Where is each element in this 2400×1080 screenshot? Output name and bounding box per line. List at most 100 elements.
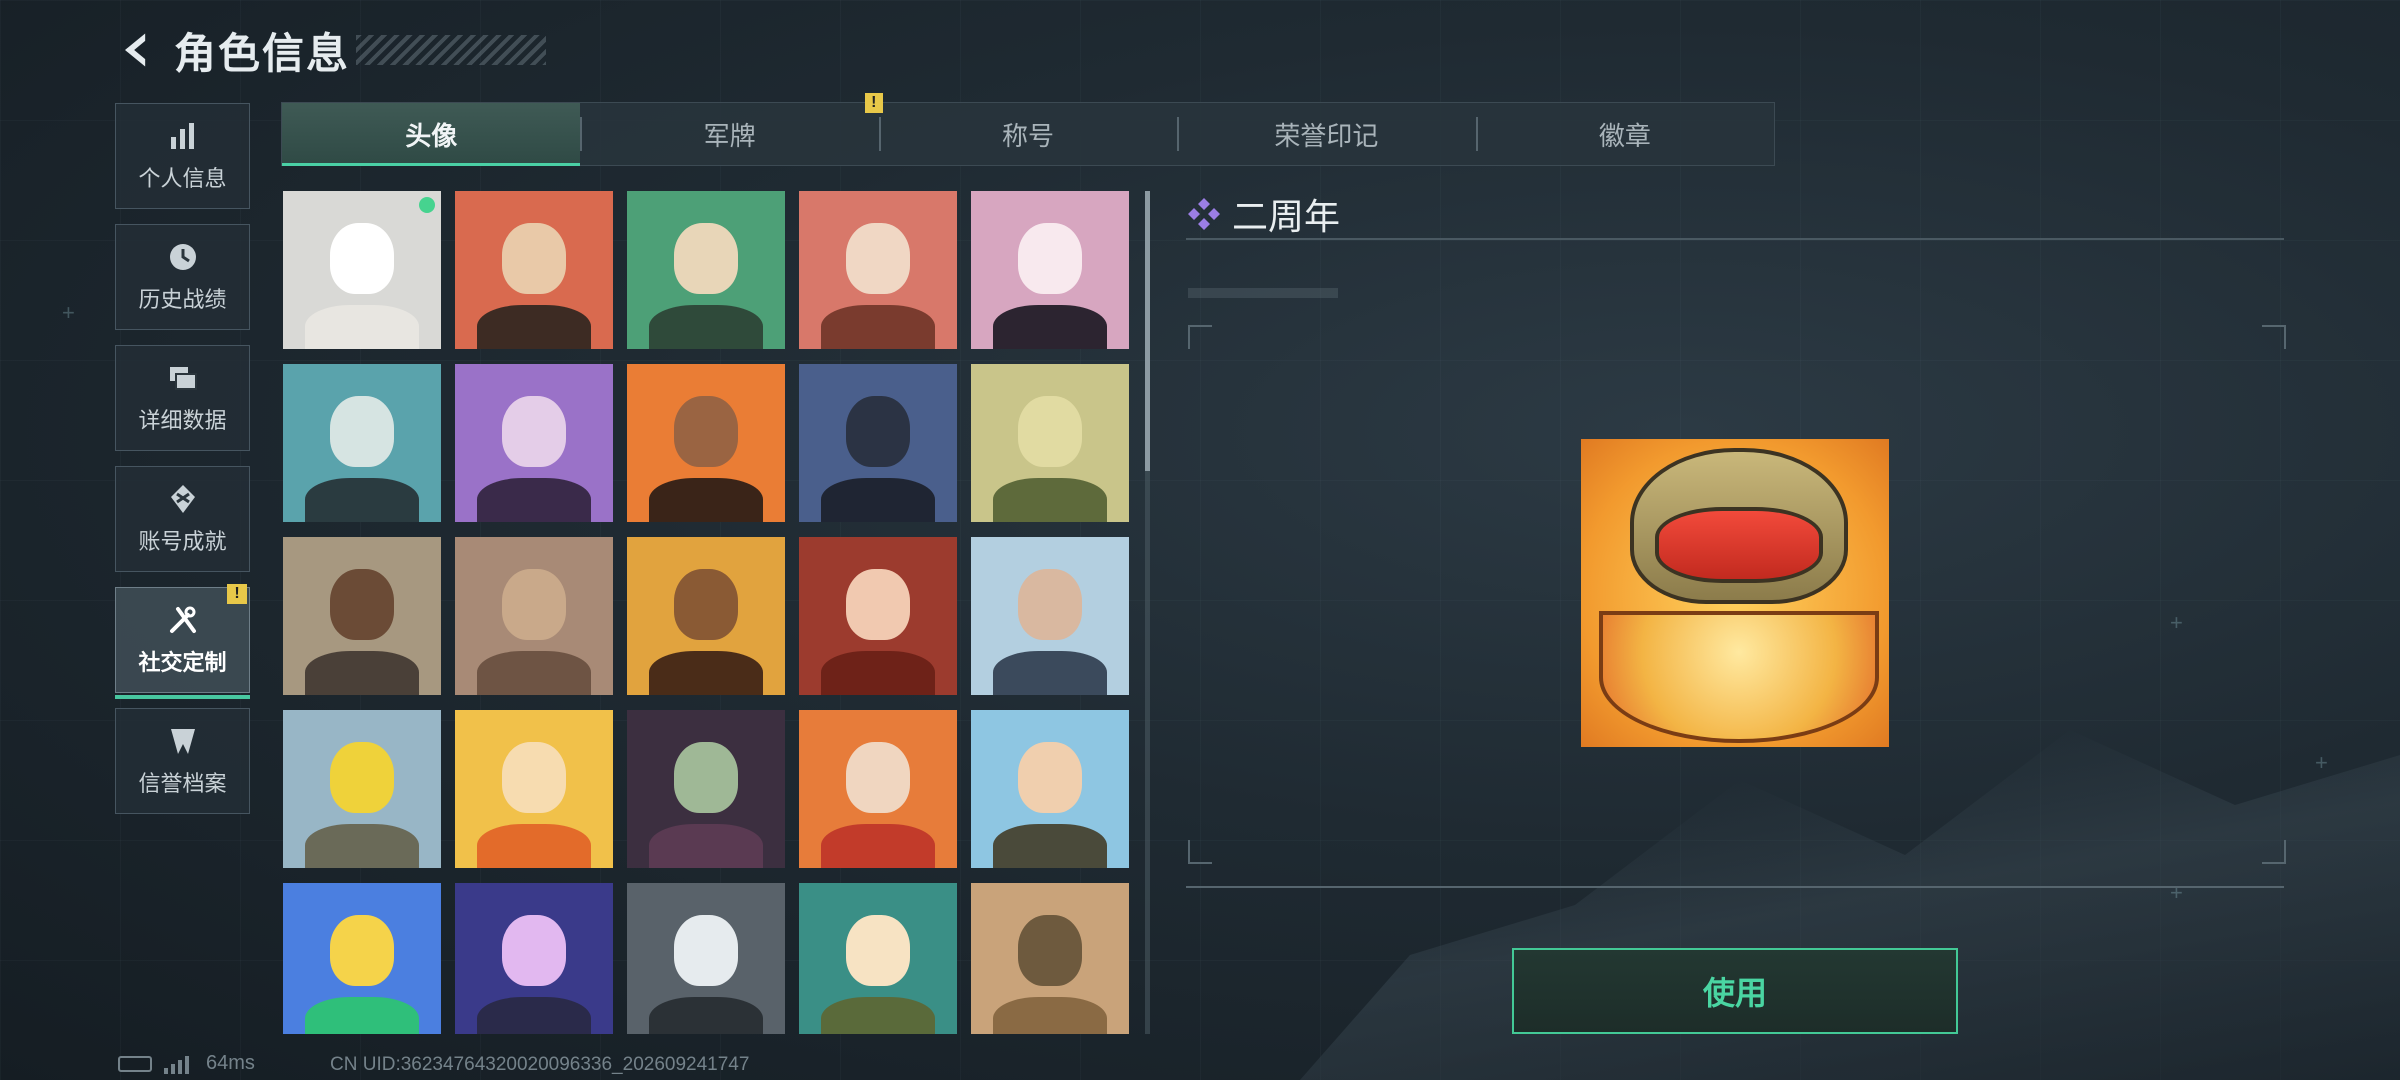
tab-avatar[interactable]: 头像 (282, 103, 581, 166)
pyramid-explorer-avatar[interactable] (971, 710, 1129, 868)
avatar-figure-head (674, 741, 738, 813)
avatar-figure-head (330, 568, 394, 640)
avatar-figure-body (821, 996, 935, 1034)
avatar-figure-body (305, 304, 419, 349)
avatar-figure-head (674, 914, 738, 986)
avatar-figure-body (477, 650, 591, 695)
avatar-figure-body (649, 304, 763, 349)
signal-icon (164, 1054, 192, 1074)
deco-plus: + (62, 300, 75, 325)
tab-title[interactable]: 称号 (878, 103, 1177, 165)
masked-fighter-avatar[interactable] (627, 364, 785, 522)
avatar-figure-head (502, 568, 566, 640)
avatar-figure-head (330, 914, 394, 986)
party-triangle-avatar[interactable] (283, 883, 441, 1034)
avatar-figure-head (846, 222, 910, 294)
avatar-figure-body (305, 996, 419, 1034)
avatar-figure-head (330, 741, 394, 813)
frame-corner (2262, 325, 2286, 349)
tab-dog-tag[interactable]: ! 军牌 (580, 93, 883, 165)
status-bar: 64ms (118, 1052, 255, 1075)
anime-boy-avatar[interactable] (799, 883, 957, 1034)
avatar-figure-head (1018, 568, 1082, 640)
back-arrow-icon (125, 33, 146, 67)
avatar-figure-body (477, 304, 591, 349)
avatar-figure-body (649, 650, 763, 695)
avatar-figure-body (477, 823, 591, 868)
fireworks-2026-avatar[interactable] (455, 883, 613, 1034)
reading-monkey-avatar[interactable] (799, 710, 957, 868)
avatar-scrollbar[interactable] (1145, 191, 1150, 1034)
alligator-sign-avatar[interactable] (283, 710, 441, 868)
deco-plus: + (2170, 610, 2183, 635)
visor (1654, 506, 1824, 583)
avatar-figure-head (674, 568, 738, 640)
sidebar-item-social-customization[interactable]: ! 社交定制 (115, 584, 250, 699)
sidebar-item-personal-info[interactable]: 个人信息 (115, 103, 250, 209)
tools-icon (169, 606, 196, 633)
tab-label: 军牌 (703, 120, 756, 151)
tab-badge[interactable]: 徽章 (1475, 103, 1774, 165)
red-haired-woman-avatar[interactable] (799, 537, 957, 695)
avatar-figure-body (993, 650, 1107, 695)
avatar-figure-body (649, 477, 763, 522)
title-decoration (356, 35, 547, 65)
notification-badge: ! (227, 584, 247, 604)
scales-emblem-avatar[interactable] (455, 537, 613, 695)
achievement-icon (170, 485, 195, 513)
page-header: 角色信息 (112, 22, 547, 78)
avatar-figure-head (846, 914, 910, 986)
bar-chart-icon (170, 123, 194, 149)
helmet-soldier-avatar[interactable] (799, 191, 957, 349)
archer-avatar[interactable] (971, 537, 1129, 695)
category-tabs: 头像 ! 军牌 称号 荣誉印记 徽章 (281, 93, 1775, 166)
avatar-figure-body (649, 823, 763, 868)
avatar-figure-body (993, 477, 1107, 522)
bearded-soldier-avatar[interactable] (455, 191, 613, 349)
avatar-figure-head (846, 741, 910, 813)
page-title: 角色信息 (174, 29, 351, 77)
avatar-figure-head (502, 222, 566, 294)
deco-plus: + (2315, 750, 2328, 775)
avatar-series-name: 二周年 (1232, 196, 1341, 237)
wasteland-truck-avatar[interactable] (283, 537, 441, 695)
white-cat-avatar[interactable] (283, 191, 441, 349)
night-soldier-avatar[interactable] (799, 364, 957, 522)
use-button[interactable]: 使用 (1512, 948, 1958, 1034)
glasses-man-avatar[interactable] (283, 364, 441, 522)
avatar-figure-head (330, 222, 394, 294)
cowboy-gunner-avatar[interactable] (627, 537, 785, 695)
sidebar-item-match-history[interactable]: 历史战绩 (115, 224, 250, 330)
sidebar-item-achievements[interactable]: 账号成就 (115, 466, 250, 572)
deco-plus: + (2170, 880, 2183, 905)
selected-avatar-preview (1581, 439, 1889, 747)
avatar-figure-head (846, 568, 910, 640)
tab-label: 称号 (1002, 120, 1055, 151)
tab-label: 头像 (405, 120, 458, 151)
battery-icon (118, 1055, 152, 1072)
scrollbar-thumb[interactable] (1145, 191, 1150, 471)
sidebar-item-label: 个人信息 (138, 166, 227, 191)
avatar-figure-head (1018, 395, 1082, 467)
shiba-dog-avatar[interactable] (455, 710, 613, 868)
sidebar-item-credit-record[interactable]: 信誉档案 (115, 708, 250, 814)
tab-honor-mark[interactable]: 荣誉印记 (1177, 103, 1475, 165)
shield-icon (170, 729, 195, 754)
desert-warrior-avatar[interactable] (971, 883, 1129, 1034)
exit-door-avatar[interactable] (971, 364, 1129, 522)
headset-operator-avatar[interactable] (627, 191, 785, 349)
white-haired-girl-avatar[interactable] (971, 191, 1129, 349)
back-button[interactable] (112, 26, 160, 74)
folders-icon (169, 367, 197, 390)
avatar-figure-body (305, 650, 419, 695)
goggles-zombie-avatar[interactable] (627, 710, 785, 868)
sidebar-item-detailed-data[interactable]: 详细数据 (115, 345, 250, 451)
avatar-series-header: 二周年 (1186, 188, 1340, 240)
clock-icon (169, 244, 196, 270)
avatar-figure-body (821, 477, 935, 522)
avatar-grid (283, 191, 1129, 1034)
avatar-figure-head (1018, 222, 1082, 294)
purple-pilot-avatar[interactable] (455, 364, 613, 522)
astronaut-sitting-avatar[interactable] (627, 883, 785, 1034)
tab-label: 荣誉印记 (1274, 120, 1379, 151)
